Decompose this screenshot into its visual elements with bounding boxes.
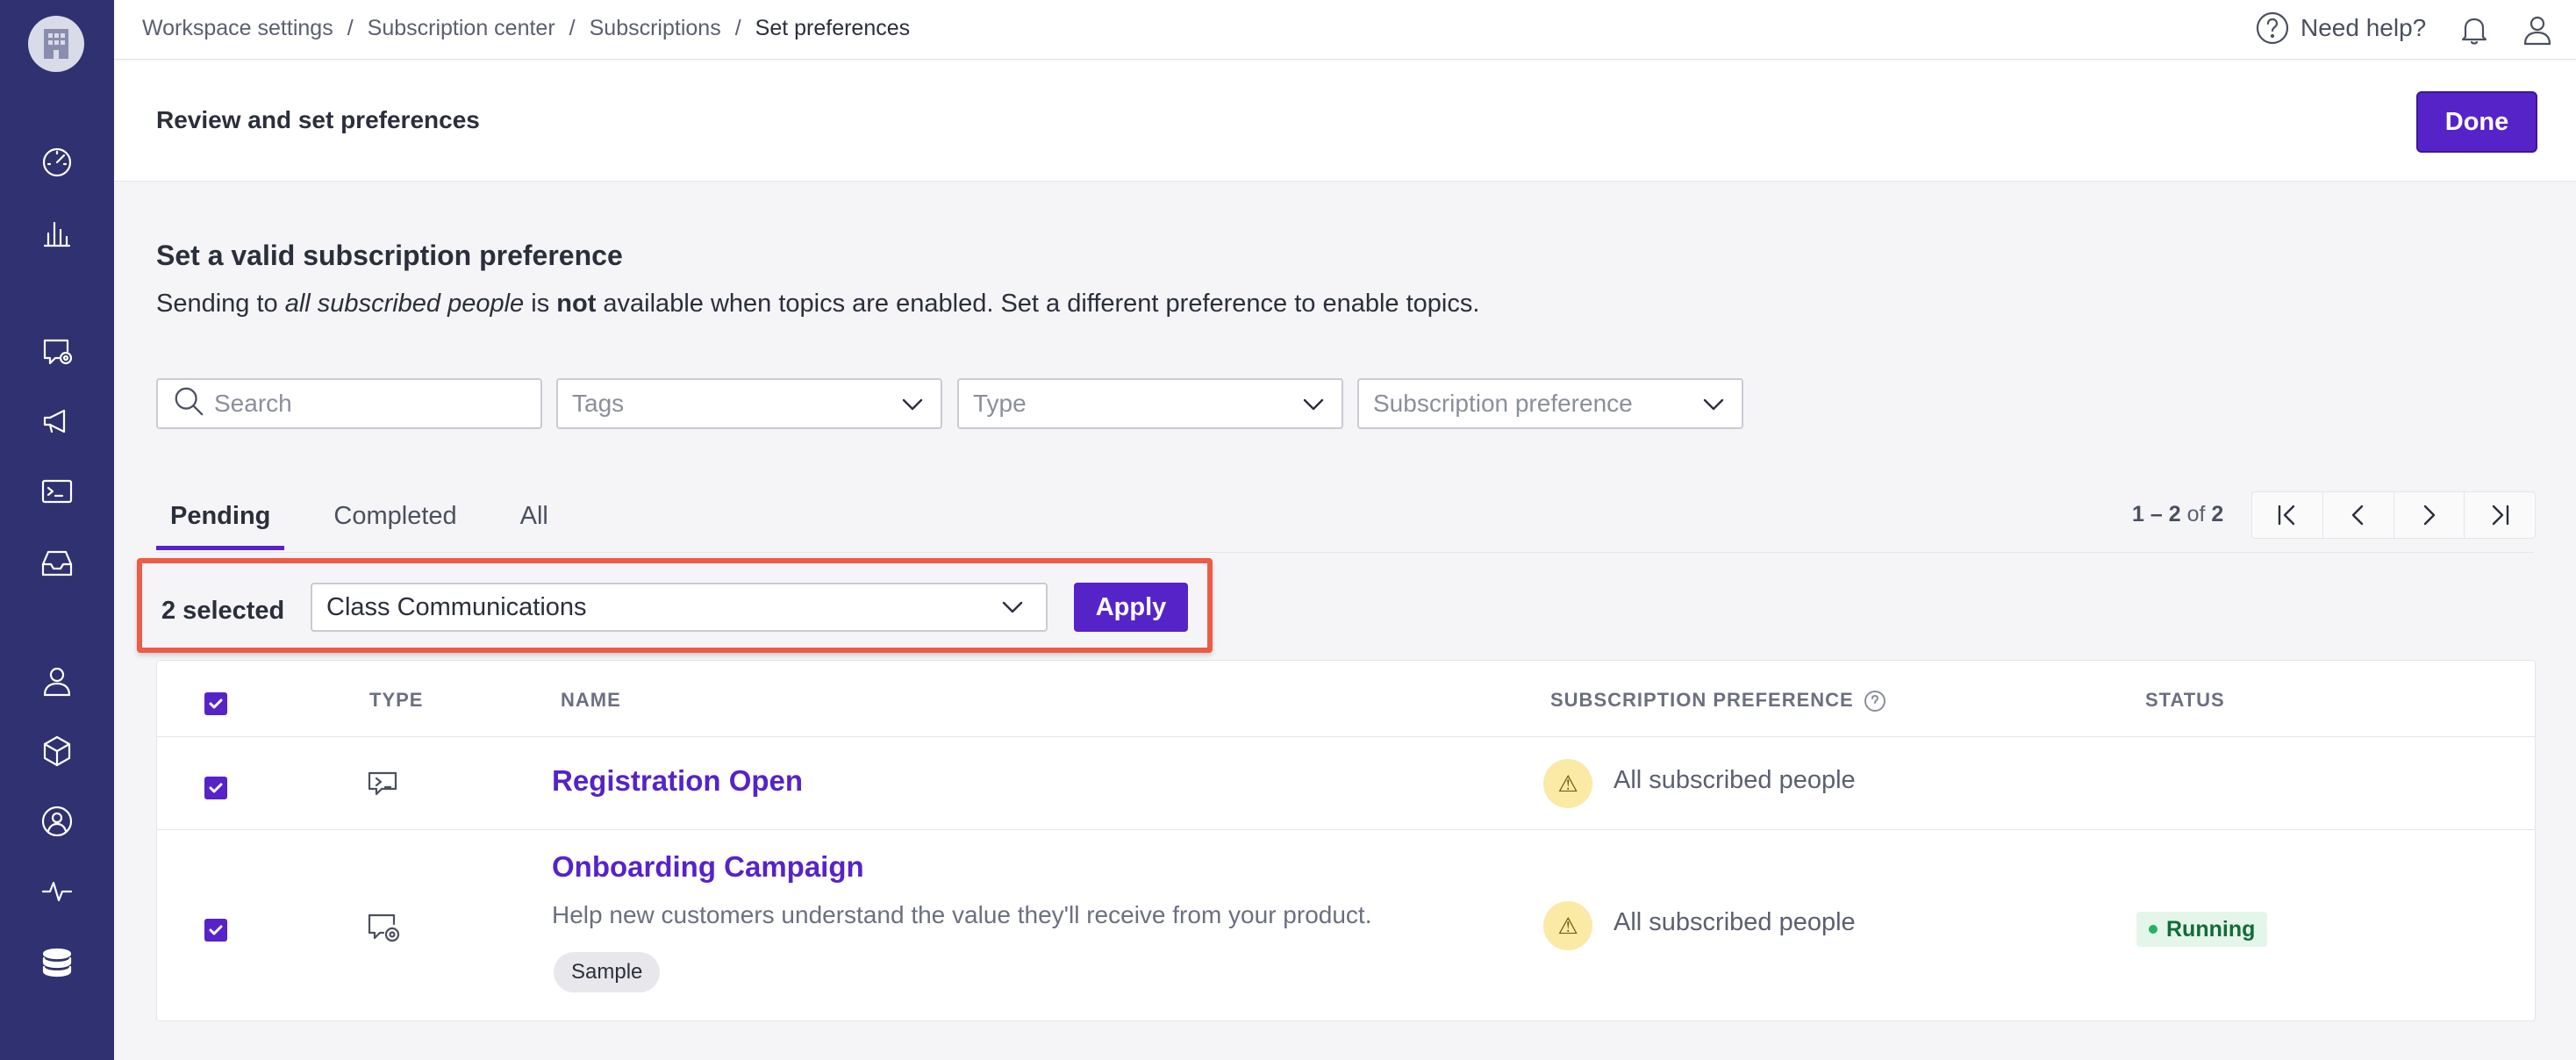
data-index-icon[interactable] bbox=[38, 944, 76, 983]
broadcasts-icon[interactable] bbox=[38, 402, 76, 440]
top-bar: Workspace settings / Subscription center… bbox=[114, 0, 2576, 60]
desc-text: available when topics are enabled. Set a… bbox=[596, 290, 1480, 318]
chevron-down-icon bbox=[1000, 595, 1025, 627]
tab-pending[interactable]: Pending bbox=[156, 491, 285, 550]
tab-all[interactable]: All bbox=[506, 491, 562, 550]
subscription-preference-filter-label: Subscription preference bbox=[1373, 390, 1633, 417]
analytics-icon[interactable] bbox=[38, 212, 76, 251]
topic-select[interactable]: Class Communications bbox=[311, 583, 1048, 632]
pagination-range: 1 – 2 bbox=[2132, 502, 2181, 526]
people-icon[interactable] bbox=[38, 662, 76, 700]
chevron-down-icon bbox=[900, 392, 925, 417]
column-header-subscription-preference: SUBSCRIPTION PREFERENCE bbox=[1550, 689, 1887, 713]
section-description: Sending to all subscribed people is not … bbox=[156, 290, 1479, 319]
sidebar bbox=[0, 0, 114, 1060]
section-title: Set a valid subscription preference bbox=[156, 240, 623, 271]
sample-tag: Sample bbox=[554, 952, 661, 992]
pagination-of: of bbox=[2186, 502, 2206, 526]
column-header-name: NAME bbox=[561, 689, 621, 711]
status-dot bbox=[2149, 925, 2157, 934]
dashboard-icon[interactable] bbox=[38, 141, 76, 180]
first-page-icon[interactable] bbox=[2252, 492, 2323, 538]
row-checkbox[interactable] bbox=[204, 919, 227, 942]
chevron-down-icon bbox=[1701, 392, 1726, 417]
subscriptions-table: TYPE NAME SUBSCRIPTION PREFERENCE STATUS… bbox=[156, 660, 2536, 1021]
inbox-icon[interactable] bbox=[38, 543, 76, 582]
row-name-link[interactable]: Registration Open bbox=[552, 764, 803, 798]
selected-count: 2 selected bbox=[161, 597, 285, 625]
search-icon bbox=[172, 384, 205, 424]
campaign-type-icon bbox=[364, 908, 403, 947]
row-divider bbox=[157, 829, 2535, 830]
workspace-logo[interactable] bbox=[28, 16, 84, 72]
breadcrumb-subscriptions[interactable]: Subscriptions bbox=[590, 16, 721, 41]
breadcrumb: Workspace settings / Subscription center… bbox=[142, 16, 910, 41]
pagination-summary: 1 – 2 of 2 bbox=[2132, 502, 2223, 527]
objects-icon[interactable] bbox=[38, 732, 76, 770]
help-circle-icon[interactable] bbox=[1863, 689, 1887, 713]
desc-text: is bbox=[524, 290, 557, 318]
building-icon bbox=[44, 29, 68, 59]
select-all-checkbox[interactable] bbox=[204, 692, 227, 715]
apply-button[interactable]: Apply bbox=[1074, 583, 1188, 632]
transactional-icon[interactable] bbox=[38, 472, 76, 511]
notifications-bell-icon[interactable] bbox=[2455, 11, 2494, 49]
status-badge: Running bbox=[2136, 912, 2268, 947]
topic-select-value: Class Communications bbox=[326, 592, 587, 621]
status-tabs: Pending Completed All bbox=[156, 491, 562, 550]
breadcrumb-separator: / bbox=[734, 16, 741, 40]
tags-filter[interactable]: Tags bbox=[556, 378, 942, 429]
segments-icon[interactable] bbox=[38, 802, 76, 841]
help-icon bbox=[2256, 11, 2289, 45]
status-label: Running bbox=[2166, 916, 2256, 942]
breadcrumb-separator: / bbox=[347, 16, 354, 40]
column-header-type: TYPE bbox=[369, 689, 424, 711]
row-divider bbox=[157, 736, 2535, 737]
breadcrumb-workspace-settings[interactable]: Workspace settings bbox=[142, 16, 333, 41]
breadcrumb-separator: / bbox=[569, 16, 576, 40]
tab-completed[interactable]: Completed bbox=[319, 491, 470, 550]
search-input[interactable]: Search bbox=[156, 378, 542, 429]
help-label: Need help? bbox=[2301, 14, 2427, 41]
type-filter-label: Type bbox=[973, 390, 1027, 417]
desc-bold: not bbox=[556, 290, 597, 318]
column-header-status: STATUS bbox=[2145, 689, 2225, 711]
pagination-total: 2 bbox=[2211, 502, 2224, 526]
breadcrumb-set-preferences: Set preferences bbox=[755, 16, 911, 40]
tabs-divider bbox=[156, 552, 2534, 553]
activity-icon[interactable] bbox=[38, 872, 76, 911]
next-page-icon[interactable] bbox=[2394, 492, 2465, 538]
column-header-pref-label: SUBSCRIPTION PREFERENCE bbox=[1550, 689, 1854, 711]
tags-filter-label: Tags bbox=[572, 390, 625, 417]
row-name-link[interactable]: Onboarding Campaign bbox=[552, 850, 864, 884]
row-description: Help new customers understand the value … bbox=[552, 901, 1372, 928]
user-account-icon[interactable] bbox=[2518, 11, 2557, 49]
page-header: Review and set preferences Done bbox=[114, 61, 2576, 182]
previous-page-icon[interactable] bbox=[2323, 492, 2394, 538]
row-subscription-preference: All subscribed people bbox=[1614, 908, 1856, 936]
help-link[interactable]: Need help? bbox=[2255, 11, 2426, 46]
breadcrumb-subscription-center[interactable]: Subscription center bbox=[368, 16, 555, 41]
search-placeholder: Search bbox=[214, 390, 292, 417]
desc-text: Sending to bbox=[156, 290, 285, 318]
row-subscription-preference: All subscribed people bbox=[1614, 766, 1856, 794]
row-checkbox[interactable] bbox=[204, 777, 227, 799]
subscription-preference-filter[interactable]: Subscription preference bbox=[1357, 378, 1743, 429]
warning-icon: ⚠ bbox=[1543, 901, 1592, 950]
pagination-controls bbox=[2251, 491, 2536, 539]
desc-emphasis: all subscribed people bbox=[284, 290, 525, 318]
page-title: Review and set preferences bbox=[156, 106, 480, 133]
last-page-icon[interactable] bbox=[2465, 492, 2535, 538]
broadcast-type-icon bbox=[364, 766, 403, 805]
bulk-action-bar: 2 selected Class Communications Apply bbox=[137, 558, 1213, 653]
warning-icon: ⚠ bbox=[1543, 759, 1592, 808]
chevron-down-icon bbox=[1301, 392, 1326, 417]
type-filter[interactable]: Type bbox=[957, 378, 1343, 429]
campaigns-icon[interactable] bbox=[38, 332, 76, 370]
done-button[interactable]: Done bbox=[2416, 91, 2537, 153]
